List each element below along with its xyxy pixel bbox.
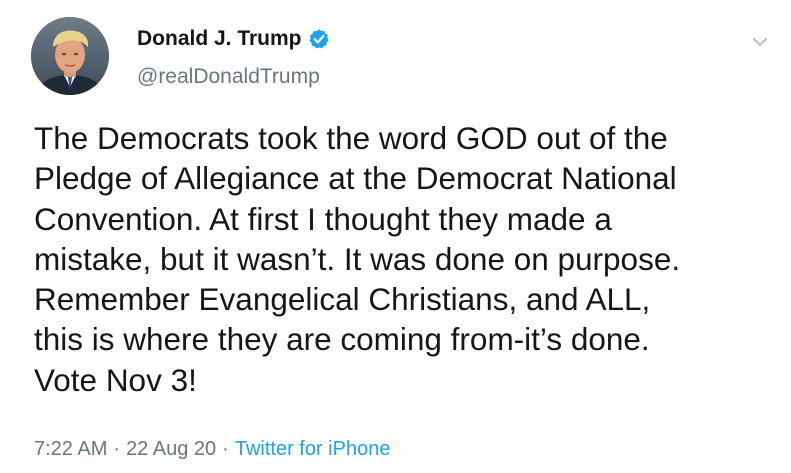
tweet-meta: 7:22 AM · 22 Aug 20 · Twitter for iPhone bbox=[34, 436, 390, 462]
chevron-down-icon bbox=[753, 38, 767, 46]
tweet-text-line: Vote Nov 3! bbox=[34, 361, 197, 398]
tweet-source-link[interactable]: Twitter for iPhone bbox=[235, 438, 391, 460]
tweet-time[interactable]: 7:22 AM bbox=[34, 438, 107, 460]
avatar[interactable] bbox=[31, 17, 109, 95]
tweet-text: The Democrats took the word GOD out of t… bbox=[34, 118, 774, 400]
tweet-text-line: this is where they are coming from-it’s … bbox=[34, 321, 650, 358]
tweet-text-line: Pledge of Allegiance at the Democrat Nat… bbox=[34, 160, 677, 197]
author-name-row[interactable]: Donald J. Trump bbox=[137, 26, 330, 52]
meta-separator: · bbox=[222, 438, 229, 460]
verified-badge-icon bbox=[308, 28, 330, 50]
tweet-date[interactable]: 22 Aug 20 bbox=[126, 438, 216, 460]
tweet-text-line: Convention. At first I thought they made… bbox=[34, 200, 612, 237]
tweet-menu-button[interactable] bbox=[750, 32, 770, 52]
tweet-text-line: The Democrats took the word GOD out of t… bbox=[34, 120, 668, 156]
tweet-text-line: Remember Evangelical Christians, and ALL… bbox=[34, 281, 651, 318]
author-handle[interactable]: @realDonaldTrump bbox=[137, 64, 320, 90]
avatar-image bbox=[31, 17, 109, 95]
meta-separator: · bbox=[113, 438, 121, 460]
tweet-card: Donald J. Trump @realDonaldTrump The Dem… bbox=[0, 0, 791, 473]
author-display-name[interactable]: Donald J. Trump bbox=[137, 26, 302, 52]
tweet-text-line: mistake, but it wasn’t. It was done on p… bbox=[34, 240, 681, 277]
